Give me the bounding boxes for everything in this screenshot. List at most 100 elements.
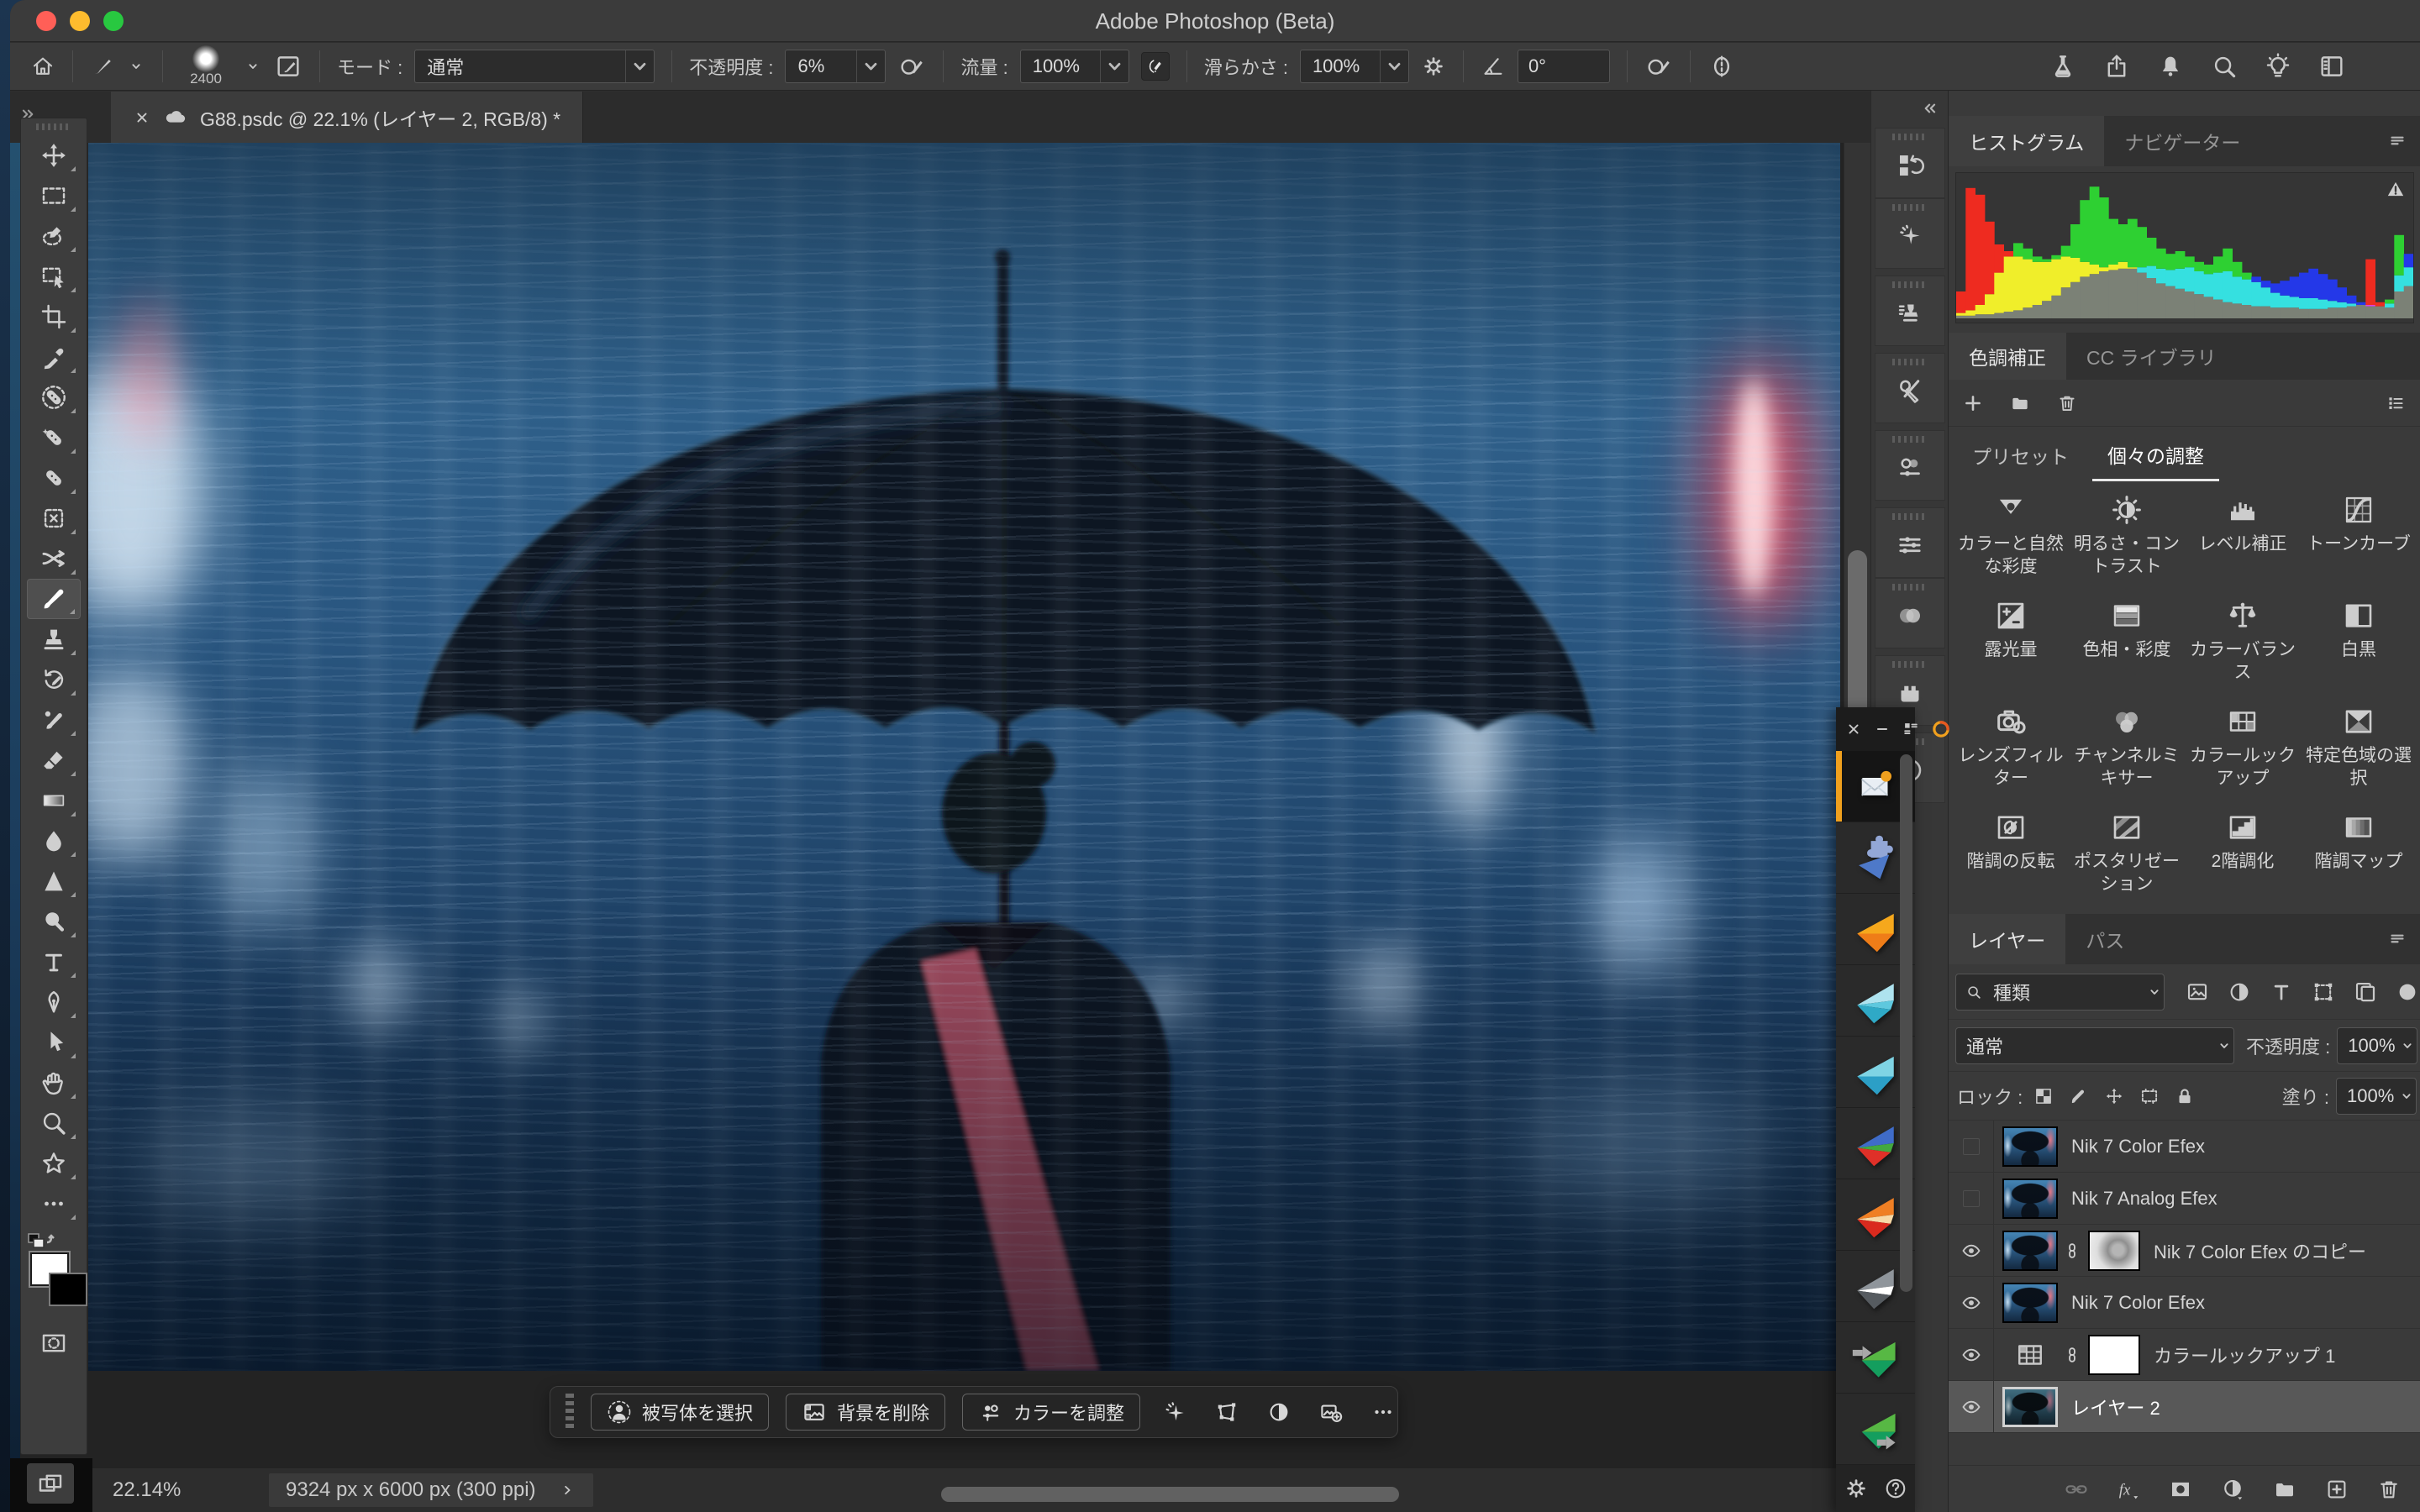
lock-transparency-icon[interactable]	[2033, 1085, 2054, 1107]
layer-thumbnail[interactable]	[2002, 1283, 2058, 1323]
visibility-eye-icon[interactable]	[1949, 1225, 1994, 1276]
pen-tool[interactable]	[27, 982, 81, 1022]
layer-fill-field[interactable]: 100%	[2336, 1078, 2417, 1115]
lut-layer-icon[interactable]	[2002, 1335, 2058, 1375]
visibility-empty-box[interactable]	[1949, 1121, 1994, 1172]
adjustment-chmix[interactable]: チャンネルミキサー	[2070, 704, 2184, 790]
search-icon[interactable]	[2210, 52, 2238, 81]
taskbar-bg-button[interactable]: 背景を削除	[786, 1394, 945, 1431]
layer-blend-mode-select[interactable]: 通常	[1955, 1027, 2234, 1064]
dock-clone-panel-button[interactable]	[1875, 276, 1945, 346]
marquee-tool[interactable]	[27, 176, 81, 216]
smoothing-options-gear-icon[interactable]	[1421, 54, 1446, 79]
quick-mask-button[interactable]	[27, 1323, 81, 1363]
share-icon[interactable]	[2102, 52, 2131, 81]
screen-mode-button[interactable]	[27, 1463, 74, 1504]
filter-toggle-icon[interactable]	[2395, 979, 2420, 1005]
clone-stamp-tool[interactable]	[27, 619, 81, 659]
taskbar-wand-icon[interactable]	[1162, 1399, 1187, 1425]
adjustment-gradmap[interactable]: 階調マップ	[2302, 810, 2416, 895]
nik-last-filter-button[interactable]	[1836, 1394, 1915, 1465]
remove-tool[interactable]	[27, 377, 81, 417]
discover-lightbulb-icon[interactable]	[2264, 52, 2292, 81]
layer-mask-thumbnail[interactable]	[2088, 1231, 2140, 1271]
filter-adjustment-layers-icon[interactable]	[2227, 979, 2252, 1005]
adjustment-lens[interactable]: レンズフィルター	[1954, 704, 2068, 790]
home-icon[interactable]	[30, 54, 55, 79]
type-tool[interactable]	[27, 942, 81, 982]
filter-type-layers-icon[interactable]	[2269, 979, 2294, 1005]
link-layers-icon[interactable]	[2064, 1477, 2089, 1502]
adjustment-poster[interactable]: ポスタリゼーション	[2070, 810, 2184, 895]
tab-histogram[interactable]: ヒストグラム	[1949, 116, 2104, 166]
lock-position-icon[interactable]	[2103, 1085, 2125, 1107]
layer-row[interactable]: Nik 7 Color Efex	[1949, 1121, 2420, 1173]
brush-tool-preset-icon[interactable]	[90, 54, 115, 79]
visibility-eye-icon[interactable]	[1949, 1277, 1994, 1328]
pressure-size-icon[interactable]	[1644, 52, 1673, 81]
blend-mode-select[interactable]: 通常	[414, 50, 655, 83]
canvas-image[interactable]	[88, 143, 1840, 1371]
tab-navigator[interactable]: ナビゲーター	[2104, 116, 2260, 166]
layer-style-fx-icon[interactable]: fx	[2116, 1477, 2141, 1502]
filter-smart-objects-icon[interactable]	[2353, 979, 2378, 1005]
expand-panels-icon[interactable]	[1918, 97, 1939, 119]
content-aware-move-tool[interactable]	[27, 538, 81, 579]
sharpen-tool[interactable]	[27, 861, 81, 901]
dock-comps-panel-button[interactable]	[1875, 430, 1945, 501]
brush-preview[interactable]: 2400	[180, 45, 232, 87]
dodge-tool[interactable]	[27, 901, 81, 942]
tab-layers[interactable]: レイヤー	[1949, 914, 2065, 964]
filter-shape-layers-icon[interactable]	[2311, 979, 2336, 1005]
horizontal-scrollbar-thumb[interactable]	[941, 1487, 1399, 1502]
adjustment-curves[interactable]: トーンカーブ	[2302, 492, 2416, 578]
dock-tools-panel-button[interactable]	[1875, 353, 1945, 423]
panel-menu-icon[interactable]	[2386, 130, 2408, 152]
adjustment-colorbal[interactable]: カラーバランス	[2186, 598, 2300, 684]
dock-circ-panel-button[interactable]	[1875, 578, 1945, 648]
layer-mask-link-icon[interactable]	[2063, 1338, 2081, 1372]
dock-spark-panel-button[interactable]	[1875, 198, 1945, 269]
chevron-down-icon[interactable]	[127, 57, 145, 76]
brush-angle-field[interactable]: 0°	[1518, 50, 1610, 83]
layer-opacity-field[interactable]: 100%	[2337, 1027, 2417, 1064]
layer-mask-link-icon[interactable]	[2063, 1234, 2081, 1268]
zoom-tool[interactable]	[27, 1103, 81, 1143]
layer-row[interactable]: Nik 7 Color Efex のコピー	[1949, 1225, 2420, 1277]
visibility-eye-icon[interactable]	[1949, 1329, 1994, 1380]
taskbar-person-button[interactable]: 被写体を選択	[591, 1394, 769, 1431]
subtab-single-adjustments[interactable]: 個々の調整	[2092, 428, 2219, 481]
layer-row[interactable]: カラールックアップ 1	[1949, 1329, 2420, 1381]
nik-last-edit-button[interactable]	[1836, 1322, 1915, 1394]
edit-toolbar-tool[interactable]	[27, 1184, 81, 1224]
healing-brush-tool[interactable]	[27, 458, 81, 498]
taskbar-half-icon[interactable]	[1266, 1399, 1292, 1425]
beta-feedback-flask-icon[interactable]	[2049, 52, 2077, 81]
adjustment-selcolor[interactable]: 特定色域の選択	[2302, 704, 2416, 790]
swap-colors-icon[interactable]	[27, 1231, 55, 1252]
smoothing-select[interactable]: 100%	[1300, 50, 1409, 83]
path-selection-tool[interactable]	[27, 1022, 81, 1063]
document-tab[interactable]: G88.psdc @ 22.1% (レイヤー 2, RGB/8) *	[111, 92, 583, 143]
object-selection-tool[interactable]	[27, 256, 81, 297]
taskbar-color-button[interactable]: カラーを調整	[962, 1394, 1140, 1431]
symmetry-butterfly-icon[interactable]	[1707, 52, 1736, 81]
nik-help-icon[interactable]	[1883, 1476, 1908, 1501]
hand-tool[interactable]	[27, 1063, 81, 1103]
layer-thumbnail[interactable]	[2002, 1231, 2058, 1271]
notifications-bell-icon[interactable]	[2156, 52, 2185, 81]
brush-settings-panel-icon[interactable]	[274, 52, 302, 81]
eraser-tool[interactable]	[27, 740, 81, 780]
airbrush-toggle-icon[interactable]	[1141, 52, 1170, 81]
shape-star-tool[interactable]	[27, 1143, 81, 1184]
taskbar-imgplus-icon[interactable]	[1318, 1399, 1344, 1425]
layer-filter-select[interactable]: 種類	[1955, 974, 2165, 1011]
layer-row[interactable]: Nik 7 Analog Efex	[1949, 1173, 2420, 1225]
add-adjustment-icon[interactable]	[1962, 392, 1984, 414]
tab-cc-libraries[interactable]: CC ライブラリ	[2066, 333, 2237, 380]
taskbar-transform-icon[interactable]	[1214, 1399, 1239, 1425]
new-group-icon[interactable]	[2272, 1477, 2297, 1502]
list-view-icon[interactable]	[2385, 392, 2407, 414]
layer-row[interactable]: レイヤー 2	[1949, 1381, 2420, 1433]
brush-tool[interactable]	[27, 579, 81, 619]
